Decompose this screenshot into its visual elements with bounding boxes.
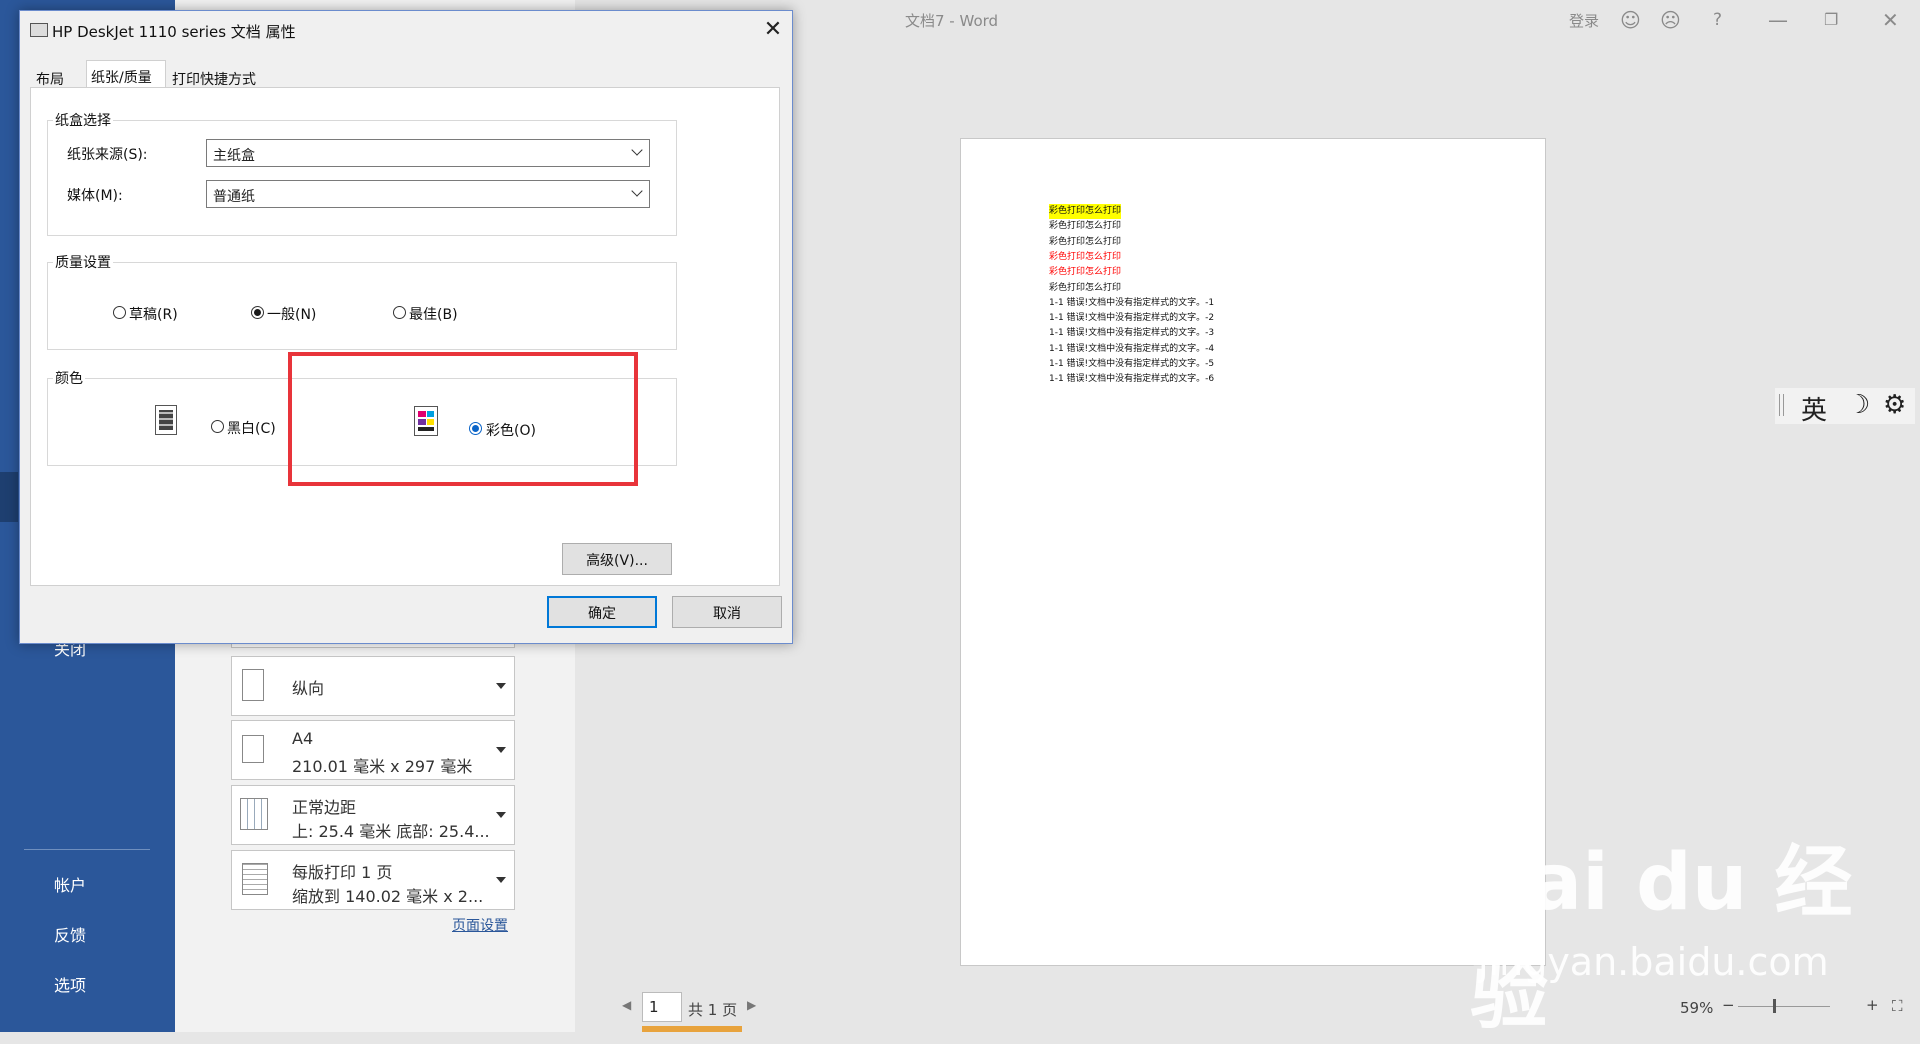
sidebar-divider (24, 849, 150, 850)
tab-paper-quality[interactable]: 纸张/质量 (86, 60, 166, 88)
close-window-icon[interactable]: ✕ (1882, 8, 1899, 32)
color-blackwhite-radio[interactable] (211, 420, 224, 433)
tray-group (47, 120, 677, 236)
quality-normal-radio[interactable] (251, 306, 264, 319)
sidebar-selection-marker (0, 472, 18, 522)
dropdown-arrow-icon (496, 812, 506, 818)
quality-best-label[interactable]: 最佳(B) (409, 304, 458, 324)
margins-setting[interactable]: 正常边距 上: 25.4 毫米 底部: 25.4... (231, 785, 515, 845)
source-label: 纸张来源(S): (67, 147, 148, 163)
color-group-label: 颜色 (53, 368, 85, 388)
minimize-icon[interactable]: — (1768, 8, 1788, 32)
grayscale-document-icon (155, 405, 177, 435)
chevron-down-icon (631, 144, 643, 156)
source-value: 主纸盒 (213, 148, 255, 164)
document-page: 彩色打印怎么打印 彩色打印怎么打印 彩色打印怎么打印 彩色打印怎么打印 彩色打印怎么打印… (960, 138, 1546, 966)
page-setup-link[interactable]: 页面设置 (452, 915, 508, 935)
document-line: 彩色打印怎么打印 (1049, 204, 1122, 219)
media-select[interactable]: 普通纸 (206, 180, 650, 208)
paper-size-detail: 210.01 毫米 x 297 毫米 (292, 757, 473, 776)
next-page-icon[interactable]: ▶ (747, 998, 756, 1012)
window-title: 文档7 - Word (905, 12, 999, 30)
tab-panel: 纸盒选择 纸张来源(S): 主纸盒 媒体(M): 普通纸 质量设置 草稿(R) … (30, 87, 780, 586)
sidebar-item-feedback[interactable]: 反馈 (54, 922, 86, 946)
pages-per-sheet-detail: 缩放到 140.02 毫米 x 2... (292, 887, 484, 906)
margins-name: 正常边距 (292, 798, 357, 817)
paper-size-name: A4 (292, 729, 314, 748)
pages-per-sheet-name: 每版打印 1 页 (292, 863, 393, 882)
document-line: 1-1 错误!文档中没有指定样式的文字。-3 (1049, 328, 1215, 339)
moon-icon[interactable]: ☽ (1847, 390, 1870, 420)
color-blackwhite-label[interactable]: 黑白(C) (227, 418, 276, 438)
document-line: 彩色打印怎么打印 (1049, 236, 1122, 247)
document-line: 彩色打印怎么打印 (1049, 282, 1122, 293)
ime-drag-handle[interactable] (1779, 394, 1784, 416)
frown-feedback-icon[interactable]: ☹ (1660, 8, 1681, 32)
sidebar-item-options[interactable]: 选项 (54, 972, 86, 996)
quality-draft-radio[interactable] (113, 306, 126, 319)
baidu-watermark-url: jingyan.baidu.com (1478, 940, 1829, 984)
document-line: 1-1 错误!文档中没有指定样式的文字。-6 (1049, 374, 1215, 385)
ime-language-toggle[interactable]: 英 (1801, 390, 1827, 427)
login-link[interactable]: 登录 (1569, 10, 1599, 31)
tab-layout[interactable]: 布局 (32, 63, 82, 88)
tab-print-shortcuts[interactable]: 打印快捷方式 (168, 63, 268, 88)
printer-icon (30, 23, 48, 37)
sidebar-item-account[interactable]: 帐户 (54, 872, 86, 896)
media-value: 普通纸 (213, 189, 255, 205)
dropdown-arrow-icon (496, 683, 506, 689)
ok-button[interactable]: 确定 (547, 596, 657, 628)
document-line: 1-1 错误!文档中没有指定样式的文字。-5 (1049, 359, 1215, 369)
orientation-label: 纵向 (292, 679, 325, 698)
portrait-page-icon (242, 669, 264, 701)
quality-draft-label[interactable]: 草稿(R) (129, 304, 178, 324)
page-total: 共 1 页 (688, 1001, 738, 1019)
printer-properties-dialog: HP DeskJet 1110 series 文档 属性 ✕ 布局 纸张/质量 … (19, 10, 793, 644)
source-select[interactable]: 主纸盒 (206, 139, 650, 167)
annotation-highlight-box (288, 352, 638, 486)
quality-group-label: 质量设置 (53, 252, 113, 272)
chevron-down-icon (631, 185, 643, 197)
paper-size-icon (242, 735, 264, 763)
document-line: 彩色打印怎么打印 (1049, 267, 1122, 278)
baidu-watermark-logo: Bai du 经验 (1470, 838, 1853, 1040)
dropdown-arrow-icon (496, 877, 506, 883)
page-input-underline (642, 1026, 742, 1032)
close-icon[interactable]: ✕ (760, 17, 786, 42)
pages-per-sheet-setting[interactable]: 每版打印 1 页 缩放到 140.02 毫米 x 2... (231, 850, 515, 910)
document-line: 1-1 错误!文档中没有指定样式的文字。-2 (1049, 313, 1215, 324)
smile-feedback-icon[interactable]: ☺ (1620, 8, 1641, 32)
orientation-setting[interactable]: 纵向 (231, 656, 515, 716)
tray-group-label: 纸盒选择 (53, 110, 113, 130)
document-line: 1-1 错误!文档中没有指定样式的文字。-1 (1049, 297, 1215, 308)
gear-icon[interactable]: ⚙ (1883, 390, 1906, 420)
ime-toolbar: 英 ☽ ⚙ (1775, 388, 1915, 427)
pages-per-sheet-icon (242, 863, 268, 895)
quality-normal-label[interactable]: 一般(N) (267, 304, 316, 324)
help-icon[interactable]: ? (1713, 10, 1722, 30)
restore-icon[interactable]: ❐ (1824, 10, 1838, 29)
advanced-button[interactable]: 高级(V)... (562, 543, 672, 575)
media-label: 媒体(M): (67, 188, 123, 204)
dropdown-arrow-icon (496, 747, 506, 753)
dialog-title: HP DeskJet 1110 series 文档 属性 (52, 23, 296, 41)
margins-icon (240, 798, 268, 830)
page-number-input[interactable]: 1 (642, 992, 682, 1022)
document-line: 1-1 错误!文档中没有指定样式的文字。-4 (1049, 343, 1215, 354)
document-line: 彩色打印怎么打印 (1049, 251, 1122, 262)
document-line: 彩色打印怎么打印 (1049, 221, 1122, 232)
quality-best-radio[interactable] (393, 306, 406, 319)
paper-size-setting[interactable]: A4 210.01 毫米 x 297 毫米 (231, 720, 515, 780)
prev-page-icon[interactable]: ◀ (622, 998, 631, 1012)
cancel-button[interactable]: 取消 (672, 596, 782, 628)
margins-detail: 上: 25.4 毫米 底部: 25.4... (292, 822, 490, 841)
